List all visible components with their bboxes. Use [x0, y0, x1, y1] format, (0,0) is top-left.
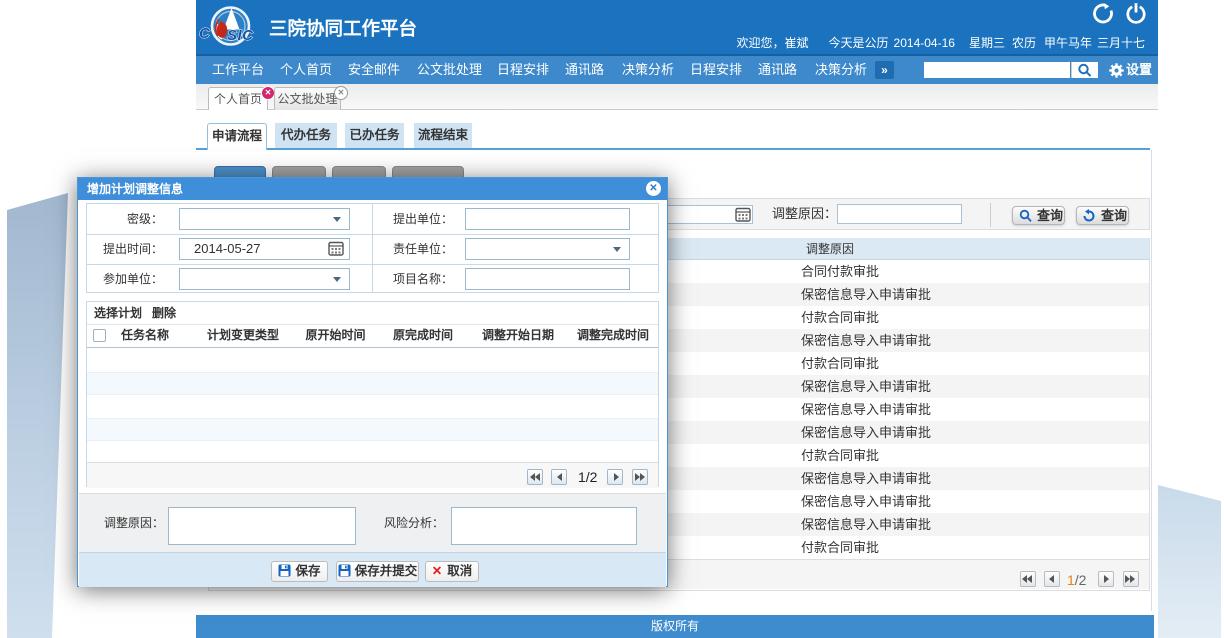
svg-text:C: C — [199, 25, 211, 42]
svg-text:SIC: SIC — [227, 27, 254, 44]
